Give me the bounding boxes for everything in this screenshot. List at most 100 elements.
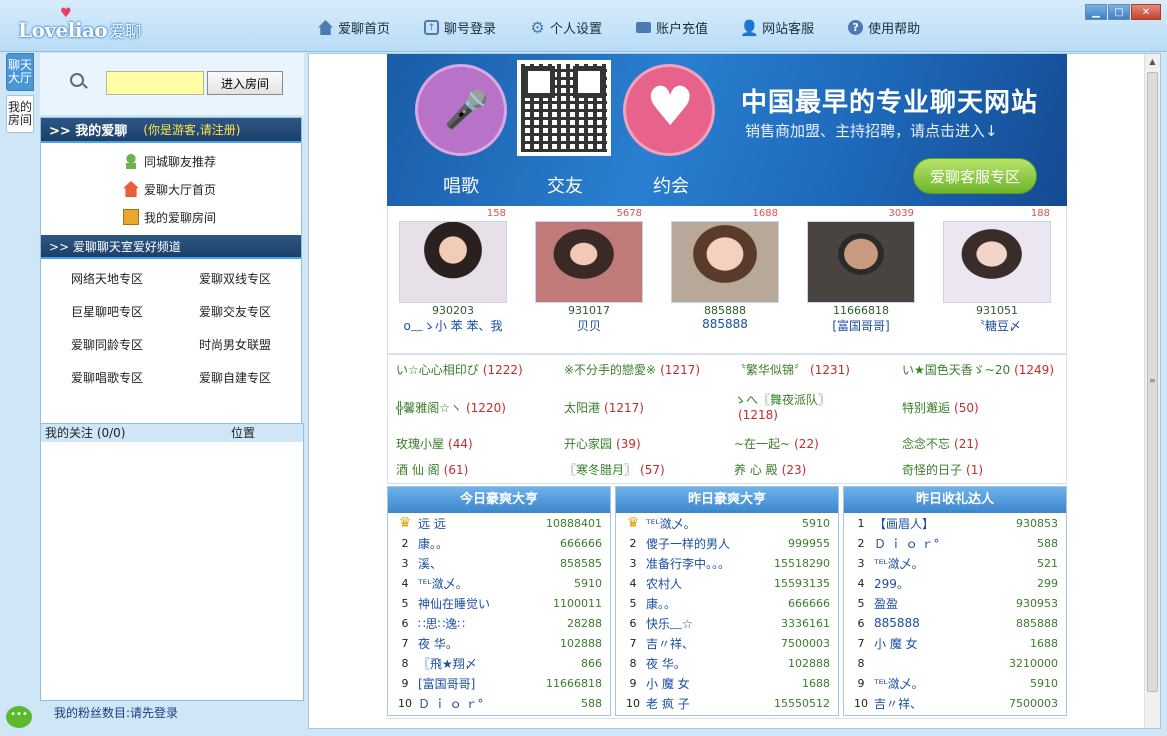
rank-name[interactable]: 夜 华。 <box>416 635 560 652</box>
room-link[interactable]: 奇怪的日子 (1) <box>902 461 983 478</box>
table-row[interactable]: 5 盈盈 930953 <box>844 593 1066 613</box>
table-row[interactable]: 8 3210000 <box>844 653 1066 673</box>
nav-recharge[interactable]: 账户充值 <box>636 18 708 37</box>
room-link[interactable]: 养 心 殿 (23) <box>734 461 806 478</box>
anchor-photo[interactable] <box>943 221 1051 303</box>
room-link[interactable]: ╬馨雅阁☆ヽ (1220) <box>396 399 506 416</box>
table-row[interactable]: 1 【画眉人】 930853 <box>844 513 1066 533</box>
room-link[interactable]: 太阳港 (1217) <box>564 399 644 416</box>
nav-help[interactable]: ? 使用帮助 <box>848 18 920 37</box>
table-row[interactable]: 9 小 魔 女 1688 <box>616 673 838 693</box>
customer-service-button[interactable]: 爱聊客服专区 <box>913 158 1037 194</box>
rank-name[interactable]: 885888 <box>872 616 1016 630</box>
anchor-photo[interactable] <box>671 221 779 303</box>
link-local-friends[interactable]: 同城聊友推荐 <box>123 147 301 175</box>
minimize-button[interactable]: ▁ <box>1085 4 1107 20</box>
zone-item[interactable]: 巨星聊吧专区 <box>41 296 171 329</box>
enter-room-button[interactable]: 进入房间 <box>207 71 283 95</box>
anchor-card[interactable]: 5678 931017 贝贝 <box>534 208 644 334</box>
rank-name[interactable]: 〖飛★翔〆 <box>416 655 581 672</box>
anchor-card[interactable]: 188 931051 〝糖豆〆 <box>942 208 1052 334</box>
rank-name[interactable]: 夜 华。 <box>644 655 788 672</box>
table-row[interactable]: 5 神仙在睡觉い 1100011 <box>388 593 610 613</box>
anchor-photo[interactable] <box>535 221 643 303</box>
rank-name[interactable]: 盈盈 <box>872 595 1016 612</box>
room-link[interactable]: 特别邂逅 (50) <box>902 399 979 416</box>
zone-item[interactable]: 爱聊双线专区 <box>171 263 301 296</box>
rank-name[interactable]: 溪、 <box>416 555 560 572</box>
table-row[interactable]: 10 吉〃祥、 7500003 <box>844 693 1066 713</box>
room-link[interactable]: 酒 仙 阁 (61) <box>396 461 468 478</box>
rank-name[interactable]: 准备行李中。。。 <box>644 555 774 572</box>
table-row[interactable]: 8 夜 华。 102888 <box>616 653 838 673</box>
link-my-room[interactable]: 我的爱聊房间 <box>123 203 301 231</box>
room-link[interactable]: 念念不忘 (21) <box>902 435 979 452</box>
scroll-up-icon[interactable]: ▲ <box>1145 54 1160 70</box>
rank-name[interactable]: ᵀᴱᴸ潋乄。 <box>644 515 802 532</box>
nav-home[interactable]: 爱聊首页 <box>318 18 390 37</box>
anchor-nick[interactable]: 〝糖豆〆 <box>942 317 1052 334</box>
table-row[interactable]: 7 夜 华。 102888 <box>388 633 610 653</box>
table-row[interactable]: 2 傻子一样的男人 999955 <box>616 533 838 553</box>
rank-name[interactable]: [富国哥哥] <box>416 675 546 692</box>
room-link[interactable]: い☆心心相印ぴ (1222) <box>396 361 523 378</box>
table-row[interactable]: 7 吉〃祥、 7500003 <box>616 633 838 653</box>
rank-name[interactable]: 神仙在睡觉い <box>416 595 553 612</box>
banner-label-friends[interactable]: 交友 <box>547 172 583 198</box>
rank-name[interactable]: 农村人 <box>644 575 774 592</box>
nav-settings[interactable]: ⚙ 个人设置 <box>530 18 602 37</box>
anchor-card[interactable]: 3039 11666818 [富国哥哥] <box>806 208 916 334</box>
anchor-card[interactable]: 1688 885888 885888 <box>670 208 780 331</box>
chat-bubble-icon[interactable]: ••• <box>6 706 32 728</box>
anchor-photo[interactable] <box>399 221 507 303</box>
rank-name[interactable]: ᵀᴱᴸ潋乄。 <box>416 575 574 592</box>
table-row[interactable]: 9 [富国哥哥] 11666818 <box>388 673 610 693</box>
room-link[interactable]: ~在一起~ (22) <box>734 435 819 452</box>
tab-my-rooms[interactable]: 我的房间 <box>6 95 34 133</box>
table-row[interactable]: 3 溪、 858585 <box>388 553 610 573</box>
table-row[interactable]: ♛ 远 远 10888401 <box>388 513 610 533</box>
rank-name[interactable]: 快乐﹏☆ <box>644 615 781 632</box>
nav-login[interactable]: ↑ 聊号登录 <box>424 18 496 37</box>
rank-name[interactable]: 康。。 <box>644 595 788 612</box>
anchor-nick[interactable]: 贝贝 <box>534 317 644 334</box>
nav-support[interactable]: 👤 网站客服 <box>740 18 814 38</box>
rank-name[interactable]: Ｄ ｉ ｏ ｒ° <box>416 695 581 712</box>
zone-item[interactable]: 爱聊自建专区 <box>171 362 301 395</box>
room-link[interactable]: ゝへ〖舞夜派队〗(1218) <box>734 391 854 422</box>
table-row[interactable]: 2 Ｄ ｉ ｏ ｒ° 588 <box>844 533 1066 553</box>
rank-name[interactable]: 小 魔 女 <box>644 675 802 692</box>
table-row[interactable]: 7 小 魔 女 1688 <box>844 633 1066 653</box>
link-hall-home[interactable]: 爱聊大厅首页 <box>123 175 301 203</box>
rank-name[interactable]: 远 远 <box>416 515 546 532</box>
rank-name[interactable]: 吉〃祥、 <box>872 695 1009 712</box>
room-link[interactable]: 〝繁华似锦〞 (1231) <box>734 361 850 378</box>
app-logo[interactable]: Loveliao 爱聊 ♥ <box>18 7 141 42</box>
rank-name[interactable]: 老 疯 子 <box>644 695 774 712</box>
table-row[interactable]: 10 老 疯 子 15550512 <box>616 693 838 713</box>
banner-label-date[interactable]: 约会 <box>653 172 689 198</box>
close-button[interactable]: ✕ <box>1131 4 1161 20</box>
rank-name[interactable]: ᵀᴱᴸ潋乄。 <box>872 675 1030 692</box>
tab-chat-hall[interactable]: 聊天大厅 <box>6 53 34 91</box>
room-link[interactable]: 玫瑰小屋 (44) <box>396 435 473 452</box>
table-row[interactable]: 10 Ｄ ｉ ｏ ｒ° 588 <box>388 693 610 713</box>
guest-note[interactable]: (你是游客,请注册) <box>143 121 240 138</box>
rank-name[interactable]: 【画眉人】 <box>872 515 1016 532</box>
table-row[interactable]: 4 农村人 15593135 <box>616 573 838 593</box>
banner-label-sing[interactable]: 唱歌 <box>443 172 479 198</box>
anchor-card[interactable]: 158 930203 о﹏ゝ小 苯 苯、我 <box>398 208 508 334</box>
room-search-input[interactable] <box>106 71 204 95</box>
table-row[interactable]: 8 〖飛★翔〆 866 <box>388 653 610 673</box>
fans-count[interactable]: 我的粉丝数目:请先登录 <box>54 704 178 721</box>
anchor-nick[interactable]: 885888 <box>670 317 780 331</box>
table-row[interactable]: 4 299。 299 <box>844 573 1066 593</box>
zone-item[interactable]: 爱聊同龄专区 <box>41 329 171 362</box>
anchor-photo[interactable] <box>807 221 915 303</box>
zone-item[interactable]: 爱聊交友专区 <box>171 296 301 329</box>
table-row[interactable]: 6 快乐﹏☆ 3336161 <box>616 613 838 633</box>
room-link[interactable]: い★国色天香ゞ~20 (1249) <box>902 361 1054 378</box>
rank-name[interactable]: 小 魔 女 <box>872 635 1030 652</box>
table-row[interactable]: 6 885888 885888 <box>844 613 1066 633</box>
table-row[interactable]: 6 ∷思∷逸∷ 28288 <box>388 613 610 633</box>
